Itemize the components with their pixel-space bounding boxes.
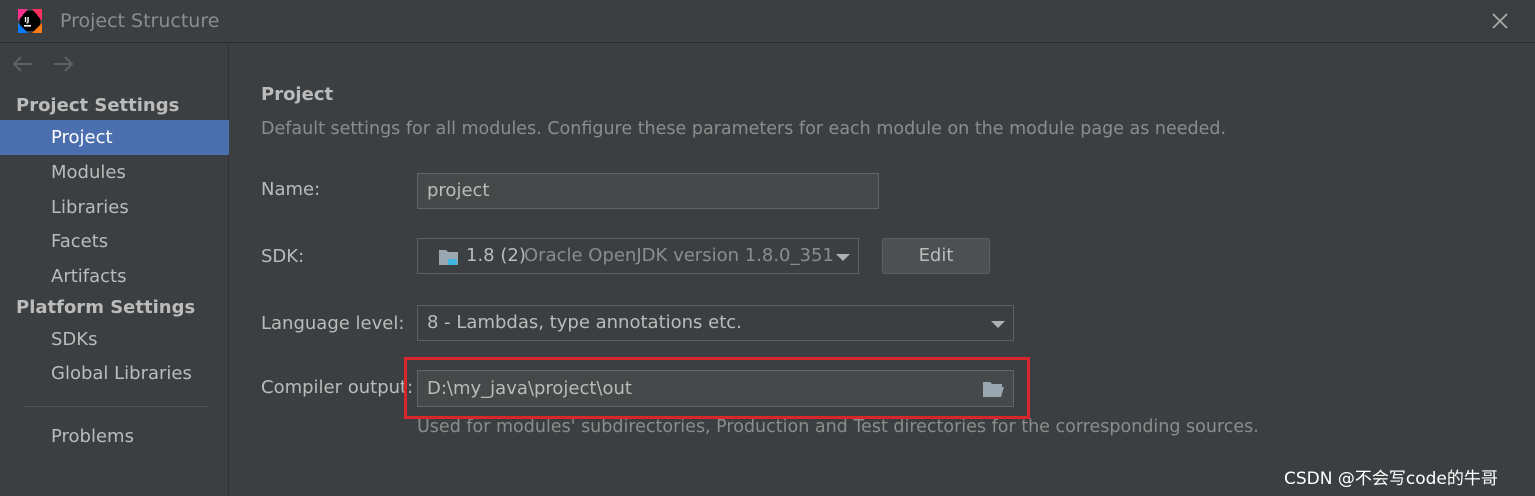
compiler-output-label: Compiler output: bbox=[261, 377, 414, 398]
project-name-input[interactable]: project bbox=[417, 173, 879, 209]
sdk-edit-button[interactable]: Edit bbox=[882, 238, 990, 274]
sdk-dropdown[interactable]: 1.8 (2) Oracle OpenJDK version 1.8.0_351 bbox=[417, 238, 859, 274]
sidebar-divider bbox=[24, 406, 208, 407]
sidebar-item-problems[interactable]: Problems bbox=[0, 419, 229, 454]
sidebar-item-libraries[interactable]: Libraries bbox=[0, 190, 229, 225]
sidebar-item-modules[interactable]: Modules bbox=[0, 155, 229, 190]
sdk-folder-icon bbox=[439, 250, 458, 265]
forward-arrow-icon[interactable] bbox=[52, 54, 74, 74]
back-arrow-icon[interactable] bbox=[12, 54, 34, 74]
close-icon[interactable] bbox=[1489, 10, 1511, 32]
compiler-output-hint: Used for modules' subdirectories, Produc… bbox=[417, 417, 1259, 437]
sdk-version: 1.8 (2) bbox=[466, 245, 526, 266]
chevron-down-icon bbox=[991, 321, 1005, 328]
sidebar: Project Settings Project Modules Librari… bbox=[0, 43, 229, 496]
language-level-dropdown[interactable]: 8 - Lambdas, type annotations etc. bbox=[417, 305, 1014, 341]
language-level-label: Language level: bbox=[261, 313, 405, 334]
sidebar-item-facets[interactable]: Facets bbox=[0, 224, 229, 259]
intellij-logo-icon: IJ bbox=[18, 9, 42, 33]
sidebar-item-project[interactable]: Project bbox=[0, 120, 229, 155]
sidebar-item-artifacts[interactable]: Artifacts bbox=[0, 259, 229, 294]
sdk-detail: Oracle OpenJDK version 1.8.0_351 bbox=[524, 245, 834, 266]
sdk-label: SDK: bbox=[261, 246, 305, 267]
page-description: Default settings for all modules. Config… bbox=[261, 119, 1227, 139]
highlight-annotation-box bbox=[404, 357, 1030, 419]
title-bar: IJ Project Structure bbox=[0, 0, 1535, 43]
window-title: Project Structure bbox=[60, 10, 220, 32]
name-label: Name: bbox=[261, 179, 321, 200]
chevron-down-icon bbox=[836, 254, 850, 261]
section-platform-settings: Platform Settings bbox=[16, 297, 196, 318]
watermark: CSDN @不会写code的牛哥 bbox=[1284, 469, 1498, 489]
svg-text:IJ: IJ bbox=[24, 16, 29, 24]
sidebar-item-sdks[interactable]: SDKs bbox=[0, 322, 229, 357]
sidebar-item-global-libraries[interactable]: Global Libraries bbox=[0, 356, 229, 391]
language-level-value: 8 - Lambdas, type annotations etc. bbox=[427, 312, 742, 333]
section-project-settings: Project Settings bbox=[16, 95, 180, 116]
page-title: Project bbox=[261, 84, 334, 105]
